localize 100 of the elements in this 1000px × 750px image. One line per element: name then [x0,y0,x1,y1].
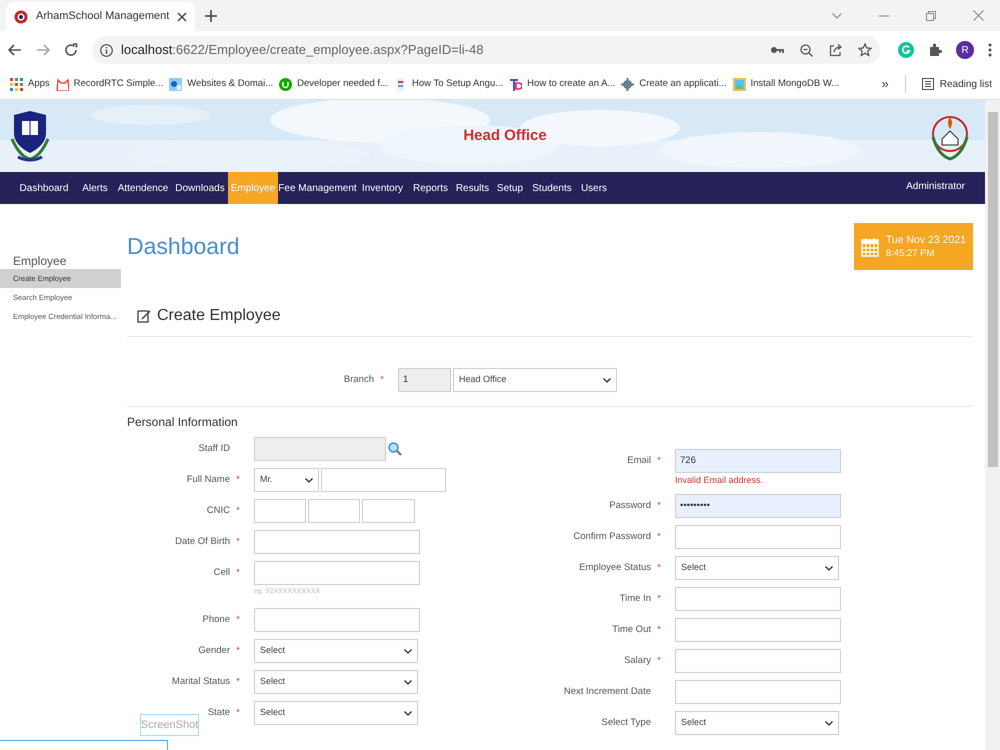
select-field[interactable]: Select [254,639,418,663]
select-field[interactable]: Head Office [453,368,617,392]
bookmark[interactable]: RecordRTC Simple... [56,76,164,92]
share-icon[interactable] [829,44,842,56]
bookmark[interactable]: Create an applicati... [621,76,726,92]
nav-tab[interactable]: Reports [408,172,453,204]
input-field[interactable] [675,680,841,704]
key-icon[interactable] [770,45,784,55]
input-field[interactable] [321,468,446,492]
input-field[interactable] [254,530,420,554]
chevron-down-icon [603,378,611,382]
input-field[interactable] [675,618,841,642]
user-name[interactable]: Administrator [906,178,965,194]
input-field[interactable] [254,561,420,585]
zoom-icon[interactable] [800,44,814,56]
bookmark[interactable]: Apps [10,76,50,92]
bookmark[interactable]: How To Setup Angu... [394,76,504,92]
select-field[interactable]: Select [254,701,418,725]
error-message: Invalid Email address. [675,474,764,487]
bookmarks-overflow[interactable]: » [882,74,889,94]
input-field[interactable] [362,499,415,523]
circle-logo-icon [279,78,292,90]
nav-tab[interactable]: Alerts [76,172,114,204]
field-label: Branch [344,372,374,387]
chevron-down-icon [404,710,412,716]
header-title: Head Office [463,126,547,146]
field-label: Full Name [186,472,230,487]
chevron-down-icon [825,566,833,570]
profile-avatar[interactable]: R [956,41,974,59]
required-mark: * [656,530,662,544]
field-label: Time Out [612,622,651,637]
input-field[interactable] [308,499,360,523]
input-field[interactable] [675,649,841,673]
bookmark[interactable]: Developer needed f... [279,76,388,92]
required-mark: * [235,675,241,688]
required-mark: * [656,454,662,468]
image-icon [732,78,746,90]
back-icon[interactable] [8,44,22,56]
required-mark: * [235,504,241,518]
field-label: Gender [198,644,230,658]
nav-tab[interactable]: Downloads [172,172,228,204]
minimize-icon[interactable] [879,14,889,16]
input-field[interactable] [675,525,841,549]
select-field[interactable]: Select [675,711,839,735]
input-field[interactable] [254,437,386,461]
required-mark: * [379,373,385,386]
restore-icon[interactable] [926,10,936,20]
select-field[interactable]: Select [675,556,839,580]
star-icon[interactable] [858,43,872,57]
nav-tab[interactable]: Results [453,172,492,204]
input-field[interactable] [675,587,841,611]
input-field[interactable]: 726 [675,449,841,473]
school-crest-icon [14,10,28,24]
sidebar-heading: Employee [12,253,68,269]
nav-tab[interactable]: Users [576,172,612,204]
calendar-icon [860,236,879,256]
select-field[interactable]: Select [254,670,418,694]
letter-logo-icon [509,78,522,90]
field-label: Staff ID [198,442,230,456]
scrollbar[interactable] [985,100,1000,750]
nav-tab[interactable]: Students [528,172,576,204]
forward-icon[interactable] [36,44,50,56]
bookmark[interactable]: How to create an A... [509,76,616,92]
reload-icon[interactable] [64,43,78,57]
required-mark: * [656,654,662,668]
puzzle-icon[interactable] [928,43,942,57]
grammar-extension-icon[interactable] [898,42,914,58]
field-label: Next Increment Date [564,684,651,699]
address-bar[interactable]: localhost:6622/Employee/create_employee.aspx?PageID=li-48 [92,36,880,64]
bookmark[interactable]: Install MongoDB W... [732,76,840,92]
search-icon[interactable] [388,442,402,456]
field-label: Select Type [602,716,651,730]
chevron-down-icon[interactable] [832,12,842,18]
nav-tab[interactable]: Setup [492,172,528,204]
select-field[interactable]: Mr. [254,468,319,492]
nav-tab[interactable]: Attendence [114,172,172,204]
close-icon[interactable] [973,10,984,21]
school-crest-logo [10,109,50,163]
nav-tab[interactable]: Fee Management [278,172,357,204]
nav-tab[interactable]: Dashboard [12,172,76,204]
more-icon[interactable] [988,43,992,57]
chevron-down-icon [404,680,412,684]
chevron-down-icon [404,648,412,654]
required-mark: * [235,473,241,486]
list-icon [922,78,934,90]
input-field[interactable] [254,608,420,632]
nav-tab[interactable]: Inventory [357,172,408,204]
required-mark: * [235,613,241,626]
reading-list-button[interactable]: Reading list [922,76,992,92]
new-tab-icon[interactable] [205,10,218,22]
field-label: Salary [624,654,651,668]
field-label: Password [609,498,651,513]
field-label: CNIC [206,504,230,518]
bookmark[interactable]: Websites & Domai... [169,76,274,92]
chevron-down-icon [305,478,313,482]
browser-tab[interactable]: ArhamSchool Management [6,2,196,31]
code-field[interactable]: 1 [398,368,451,392]
field-label: Email [627,454,651,468]
input-field[interactable] [254,499,306,523]
input-field[interactable]: ••••••••• [675,494,841,518]
